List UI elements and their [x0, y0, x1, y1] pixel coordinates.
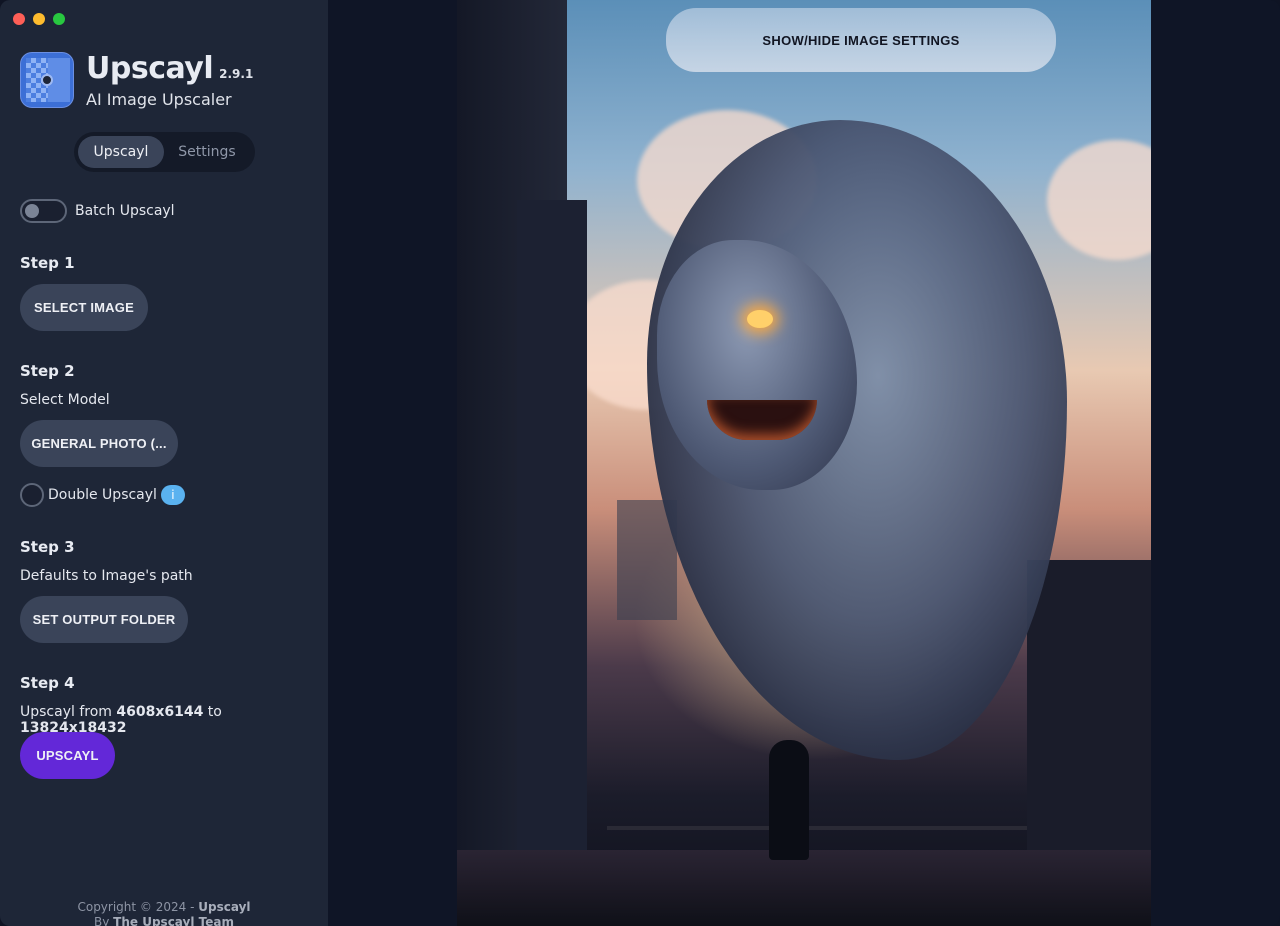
tab-settings[interactable]: Settings: [164, 136, 250, 168]
upscale-from-prefix: Upscayl from: [20, 704, 112, 720]
output-path-hint: Defaults to Image's path: [20, 568, 193, 584]
step1-title: Step 1: [20, 254, 75, 272]
minimize-window-button[interactable]: [33, 13, 45, 25]
footer-by-prefix: By: [94, 915, 110, 926]
footer-team-link[interactable]: The Upscayl Team: [113, 915, 234, 926]
set-output-folder-button[interactable]: SET OUTPUT FOLDER: [20, 596, 188, 643]
select-model-button[interactable]: GENERAL PHOTO (...: [20, 420, 178, 467]
step2-title: Step 2: [20, 362, 75, 380]
footer-copyright-prefix: Copyright © 2024 -: [77, 900, 195, 914]
select-image-button[interactable]: SELECT IMAGE: [20, 284, 148, 331]
source-dimensions: 4608x6144: [116, 704, 204, 720]
close-window-button[interactable]: [13, 13, 25, 25]
app-window: Upscayl 2.9.1 AI Image Upscaler Upscayl …: [0, 0, 1280, 926]
batch-upscayl-row: Batch Upscayl: [20, 199, 175, 223]
zoom-window-button[interactable]: [53, 13, 65, 25]
double-upscayl-row: Double Upscayl i: [20, 483, 185, 507]
image-preview-area: [328, 0, 1280, 926]
info-icon[interactable]: i: [160, 485, 185, 505]
toggle-image-settings-button[interactable]: SHOW/HIDE IMAGE SETTINGS: [666, 8, 1056, 72]
upscayl-logo-icon: [20, 52, 74, 108]
upscale-to-word: to: [207, 704, 222, 720]
select-model-label: Select Model: [20, 392, 110, 408]
batch-upscayl-label: Batch Upscayl: [75, 203, 175, 219]
app-name: Upscayl: [86, 51, 214, 86]
double-upscayl-label: Double Upscayl: [48, 487, 157, 503]
step3-title: Step 3: [20, 538, 75, 556]
footer-credits: By The Upscayl Team: [0, 915, 328, 926]
dragon-image[interactable]: [457, 0, 1151, 926]
sidebar-tabs: Upscayl Settings: [74, 132, 255, 172]
double-upscayl-checkbox[interactable]: [20, 483, 44, 507]
sidebar: Upscayl 2.9.1 AI Image Upscaler Upscayl …: [0, 0, 328, 926]
footer-copyright: Copyright © 2024 - Upscayl: [0, 900, 328, 915]
brand: Upscayl 2.9.1 AI Image Upscaler: [20, 52, 253, 109]
tab-upscayl[interactable]: Upscayl: [78, 136, 164, 168]
footer-copyright-link[interactable]: Upscayl: [198, 900, 250, 914]
app-version: 2.9.1: [219, 67, 254, 81]
step4-title: Step 4: [20, 674, 75, 692]
window-controls: [13, 13, 65, 25]
app-tagline: AI Image Upscaler: [86, 90, 232, 109]
batch-upscayl-toggle[interactable]: [20, 199, 67, 223]
upscayl-button[interactable]: UPSCAYL: [20, 732, 115, 779]
